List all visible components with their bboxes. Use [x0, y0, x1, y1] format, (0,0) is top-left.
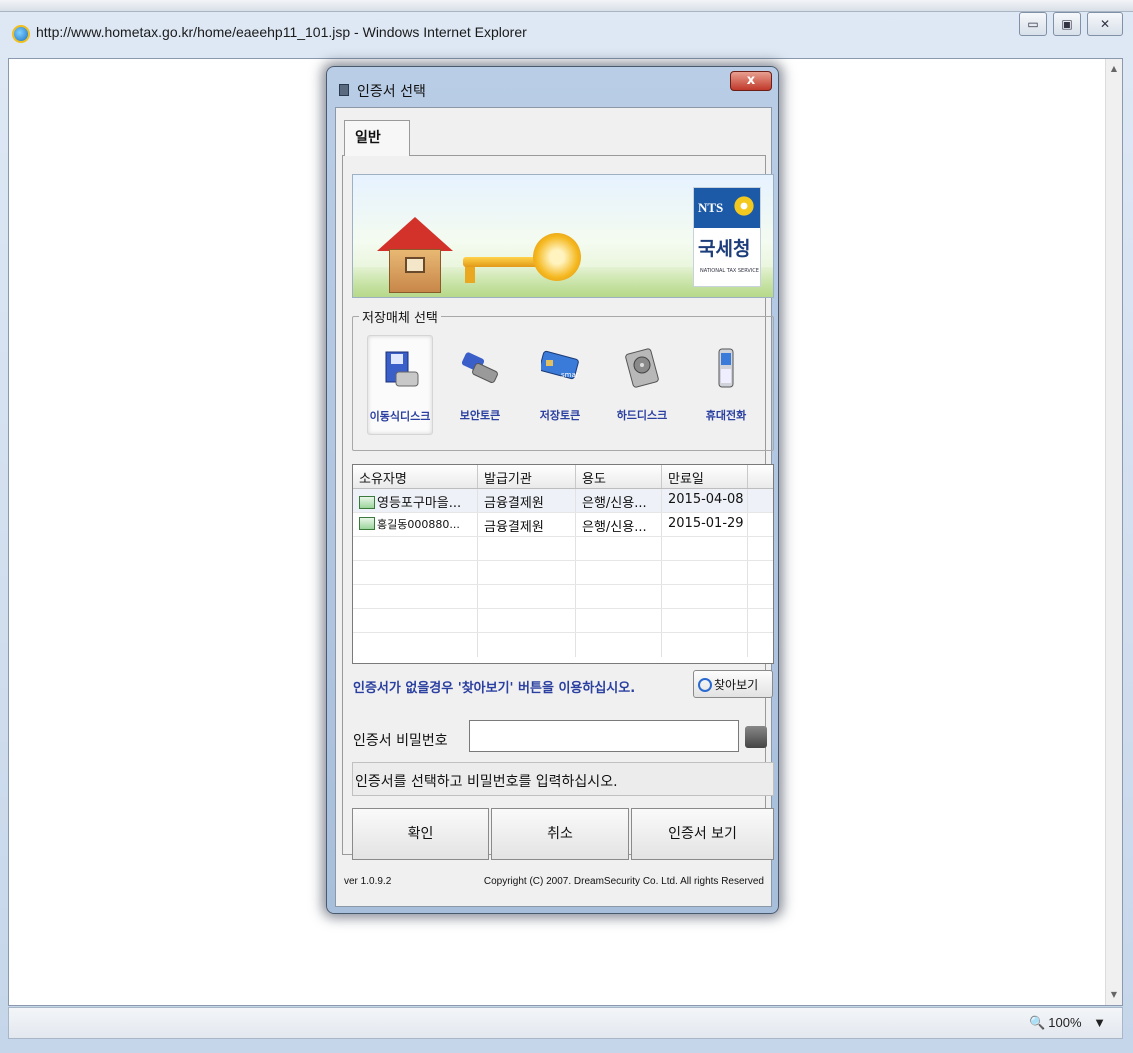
- copyright-text: Copyright (C) 2007. DreamSecurity Co. Lt…: [483, 876, 764, 887]
- media-group-label: 저장매체 선택: [359, 307, 441, 326]
- empty-row: [353, 585, 773, 609]
- hard-disk-icon: [625, 348, 659, 388]
- media-label: 휴대전화: [705, 409, 747, 422]
- status-bar: 🔍 100% ▼: [8, 1007, 1123, 1039]
- media-label: 하드디스크: [616, 409, 668, 422]
- hint-text: 인증서가 없을경우 '찾아보기' 버튼을 이용하십시오.: [353, 681, 636, 696]
- cell-owner: 영등포구마을...: [353, 489, 478, 512]
- media-hard-disk[interactable]: 하드디스크: [609, 335, 675, 435]
- table-row[interactable]: 홍길동000880... 금융결제원 은행/신용... 2015-01-29: [353, 513, 773, 537]
- column-usage[interactable]: 용도: [576, 465, 662, 488]
- key-tooth-icon: [465, 267, 475, 283]
- cell-owner: 홍길동000880...: [353, 513, 478, 536]
- certificate-icon: [359, 496, 375, 509]
- version-text: ver 1.0.9.2: [344, 876, 392, 887]
- house-roof-icon: [377, 217, 453, 251]
- table-row[interactable]: 영등포구마을... 금융결제원 은행/신용... 2015-04-08: [353, 489, 773, 513]
- tab-general[interactable]: 일반: [344, 120, 410, 156]
- key-flower-icon: [533, 233, 581, 281]
- cell-expiry: 2015-01-29: [662, 513, 748, 536]
- certificate-icon: [359, 517, 375, 530]
- certificate-list[interactable]: 소유자명 발급기관 용도 만료일 영등포구마을... 금융결제원 은행/신용..…: [352, 464, 774, 664]
- scroll-down-icon[interactable]: ▼: [1106, 987, 1122, 1003]
- cell-issuer: 금융결제원: [478, 489, 576, 512]
- security-token-icon: [461, 352, 498, 384]
- find-button[interactable]: 찾아보기: [693, 670, 773, 698]
- media-removable-disk[interactable]: 이동식디스크: [367, 335, 433, 435]
- mobile-phone-icon: [718, 348, 734, 388]
- status-message: 인증서를 선택하고 비밀번호를 입력하십시오.: [352, 762, 774, 796]
- dialog-window-icon: [339, 84, 349, 96]
- dialog-footer: ver 1.0.9.2 Copyright (C) 2007. DreamSec…: [342, 866, 766, 896]
- search-icon: [698, 678, 712, 692]
- list-header: 소유자명 발급기관 용도 만료일: [353, 465, 773, 489]
- password-label: 인증서 비밀번호: [353, 733, 448, 749]
- empty-row: [353, 537, 773, 561]
- virtual-keyboard-icon[interactable]: [745, 726, 767, 748]
- column-issuer[interactable]: 발급기관: [478, 465, 576, 488]
- window-title: http://www.hometax.go.kr/home/eaeehp11_1…: [36, 24, 527, 40]
- zoom-control[interactable]: 🔍 100% ▼: [1029, 1015, 1106, 1031]
- vertical-scrollbar[interactable]: ▲ ▼: [1105, 59, 1122, 1005]
- empty-row: [353, 633, 773, 657]
- column-owner[interactable]: 소유자명: [353, 465, 478, 488]
- media-label: 보안토큰: [459, 409, 501, 422]
- column-expiry[interactable]: 만료일: [662, 465, 748, 488]
- media-label: 이동식디스크: [369, 410, 431, 423]
- empty-row: [353, 561, 773, 585]
- background-strip: [0, 0, 1133, 12]
- owner-name: 영등포구마을...: [377, 496, 462, 511]
- media-storage-token[interactable]: smart card 저장토큰: [527, 335, 593, 435]
- zoom-icon: 🔍: [1029, 1015, 1046, 1030]
- media-label: 저장토큰: [539, 409, 581, 422]
- ok-button[interactable]: 확인: [352, 808, 489, 860]
- house-window-icon: [405, 257, 425, 273]
- minimize-button[interactable]: ▭: [1019, 12, 1047, 36]
- zoom-level: 100%: [1048, 1015, 1082, 1030]
- nts-flower-icon: [732, 194, 756, 218]
- cell-expiry: 2015-04-08: [662, 489, 748, 512]
- dialog-title: 인증서 선택: [357, 84, 426, 100]
- dialog-body: 일반 NTS 국세청 NATIONAL TAX SERVICE 저장매체 선택 …: [335, 107, 774, 907]
- zoom-dropdown-icon[interactable]: ▼: [1093, 1015, 1106, 1030]
- browser-window: http://www.hometax.go.kr/home/eaeehp11_1…: [0, 0, 1133, 1053]
- usb-disk-icon: [385, 351, 419, 387]
- tab-panel: NTS 국세청 NATIONAL TAX SERVICE 저장매체 선택 이동식…: [342, 155, 774, 860]
- scroll-up-icon[interactable]: ▲: [1106, 61, 1122, 77]
- empty-row: [353, 609, 773, 633]
- banner-image: NTS 국세청 NATIONAL TAX SERVICE: [352, 174, 774, 298]
- window-close-button[interactable]: ✕: [1087, 12, 1123, 36]
- nts-logo: NTS 국세청 NATIONAL TAX SERVICE: [693, 187, 761, 287]
- password-input[interactable]: [469, 720, 739, 752]
- cell-usage: 은행/신용...: [576, 489, 662, 512]
- smartcard-icon: smart card: [541, 350, 579, 380]
- media-security-token[interactable]: 보안토큰: [447, 335, 513, 435]
- maximize-button[interactable]: ▣: [1053, 12, 1081, 36]
- nts-logo-kr: 국세청: [698, 238, 751, 260]
- smartcard-text: smart card: [561, 371, 579, 379]
- find-button-label: 찾아보기: [714, 678, 759, 692]
- ie-logo-icon: [12, 25, 30, 43]
- view-certificate-button[interactable]: 인증서 보기: [631, 808, 774, 860]
- cell-usage: 은행/신용...: [576, 513, 662, 536]
- certificate-dialog: 인증서 선택 x 일반 NTS 국세청 NATIONAL TAX SERVICE…: [326, 66, 779, 914]
- dialog-close-button[interactable]: x: [730, 71, 772, 91]
- cell-issuer: 금융결제원: [478, 513, 576, 536]
- media-mobile-phone[interactable]: 휴대전화: [693, 335, 759, 435]
- nts-logo-sub: NATIONAL TAX SERVICE: [700, 268, 759, 274]
- cancel-button[interactable]: 취소: [491, 808, 629, 860]
- media-group: 저장매체 선택 이동식디스크 보안토큰 smar 저장토큰 하드디스크 휴대전화: [352, 307, 774, 451]
- window-controls: ▭ ▣ ✕: [1019, 12, 1123, 36]
- owner-name: 홍길동000880...: [377, 518, 460, 531]
